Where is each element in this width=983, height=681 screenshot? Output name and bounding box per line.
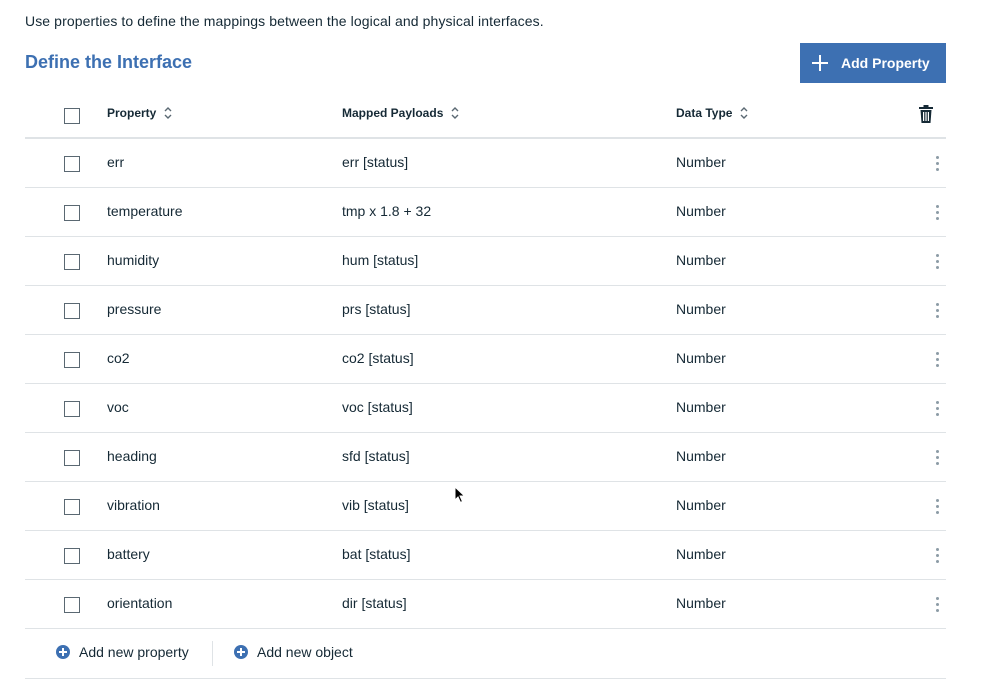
- row-checkbox[interactable]: [64, 254, 80, 270]
- column-header-label: Property: [107, 106, 157, 120]
- data-type-cell: Number: [676, 497, 726, 513]
- table-row: err err [status] Number: [25, 139, 946, 188]
- property-cell: orientation: [107, 595, 173, 611]
- overflow-menu-icon[interactable]: [931, 399, 943, 417]
- table-row: co2 co2 [status] Number: [25, 335, 946, 384]
- mapped-payload-cell: tmp x 1.8 + 32: [342, 203, 432, 219]
- table-row: heading sfd [status] Number: [25, 433, 946, 482]
- row-checkbox[interactable]: [64, 303, 80, 319]
- property-cell: vibration: [107, 497, 160, 513]
- overflow-menu-icon[interactable]: [931, 252, 943, 270]
- property-cell: humidity: [107, 252, 160, 268]
- data-type-cell: Number: [676, 595, 726, 611]
- plus-icon: [812, 55, 828, 71]
- table-footer: Add new property Add new object: [25, 629, 946, 679]
- property-cell: co2: [107, 350, 130, 366]
- data-type-cell: Number: [676, 154, 726, 170]
- table-row: battery bat [status] Number: [25, 531, 946, 580]
- column-header-data-type[interactable]: Data Type: [676, 106, 748, 120]
- properties-table: Property Mapped Payloads Data Type err e…: [25, 90, 946, 679]
- data-type-cell: Number: [676, 546, 726, 562]
- mapped-payload-cell: bat [status]: [342, 546, 411, 562]
- row-checkbox[interactable]: [64, 156, 80, 172]
- row-checkbox[interactable]: [64, 499, 80, 515]
- section-title: Define the Interface: [25, 52, 193, 72]
- property-cell: voc: [107, 399, 129, 415]
- mapped-payload-cell: sfd [status]: [342, 448, 410, 464]
- add-property-button[interactable]: Add Property: [800, 43, 946, 83]
- property-cell: temperature: [107, 203, 183, 219]
- table-body: err err [status] Number temperature tmp x 1.…: [25, 139, 946, 629]
- table-row: humidity hum [status] Number: [25, 237, 946, 286]
- table-row: orientation dir [status] Number: [25, 580, 946, 629]
- data-type-cell: Number: [676, 350, 726, 366]
- mapped-payload-cell: voc [status]: [342, 399, 413, 415]
- column-header-label: Mapped Payloads: [342, 106, 444, 120]
- mapped-payload-cell: vib [status]: [342, 497, 409, 513]
- table-row: pressure prs [status] Number: [25, 286, 946, 335]
- select-all-checkbox[interactable]: [64, 108, 80, 124]
- overflow-menu-icon[interactable]: [931, 203, 943, 221]
- column-header-mapped-payloads[interactable]: Mapped Payloads: [342, 106, 459, 120]
- overflow-menu-icon[interactable]: [931, 350, 943, 368]
- trash-icon[interactable]: [919, 105, 933, 123]
- overflow-menu-icon[interactable]: [931, 595, 943, 613]
- overflow-menu-icon[interactable]: [931, 497, 943, 515]
- data-type-cell: Number: [676, 301, 726, 317]
- data-type-cell: Number: [676, 448, 726, 464]
- row-checkbox[interactable]: [64, 205, 80, 221]
- mapped-payload-cell: dir [status]: [342, 595, 407, 611]
- row-checkbox[interactable]: [64, 401, 80, 417]
- data-type-cell: Number: [676, 203, 726, 219]
- row-checkbox[interactable]: [64, 597, 80, 613]
- add-new-property-link[interactable]: Add new property: [56, 644, 189, 660]
- intro-text: Use properties to define the mappings be…: [25, 13, 544, 29]
- property-cell: heading: [107, 448, 157, 464]
- interface-definition-page: Use properties to define the mappings be…: [0, 0, 983, 681]
- add-circle-icon: [234, 645, 248, 659]
- overflow-menu-icon[interactable]: [931, 154, 943, 172]
- column-header-property[interactable]: Property: [107, 106, 172, 120]
- mapped-payload-cell: co2 [status]: [342, 350, 414, 366]
- row-checkbox[interactable]: [64, 352, 80, 368]
- overflow-menu-icon[interactable]: [931, 301, 943, 319]
- table-row: voc voc [status] Number: [25, 384, 946, 433]
- footer-divider: [212, 641, 213, 666]
- sort-icon: [740, 107, 748, 119]
- column-header-label: Data Type: [676, 106, 733, 120]
- mapped-payload-cell: prs [status]: [342, 301, 411, 317]
- property-cell: pressure: [107, 301, 162, 317]
- property-cell: battery: [107, 546, 150, 562]
- sort-icon: [451, 107, 459, 119]
- add-new-object-link[interactable]: Add new object: [234, 644, 353, 660]
- add-property-label: Add Property: [841, 55, 930, 71]
- add-new-property-label: Add new property: [79, 644, 189, 660]
- add-new-object-label: Add new object: [257, 644, 353, 660]
- property-cell: err: [107, 154, 125, 170]
- overflow-menu-icon[interactable]: [931, 448, 943, 466]
- row-checkbox[interactable]: [64, 450, 80, 466]
- table-header: Property Mapped Payloads Data Type: [25, 90, 946, 139]
- data-type-cell: Number: [676, 399, 726, 415]
- data-type-cell: Number: [676, 252, 726, 268]
- mapped-payload-cell: err [status]: [342, 154, 409, 170]
- sort-icon: [164, 107, 172, 119]
- mapped-payload-cell: hum [status]: [342, 252, 419, 268]
- table-row: vibration vib [status] Number: [25, 482, 946, 531]
- mouse-cursor-icon: [454, 486, 466, 504]
- overflow-menu-icon[interactable]: [931, 546, 943, 564]
- row-checkbox[interactable]: [64, 548, 80, 564]
- table-row: temperature tmp x 1.8 + 32 Number: [25, 188, 946, 237]
- add-circle-icon: [56, 645, 70, 659]
